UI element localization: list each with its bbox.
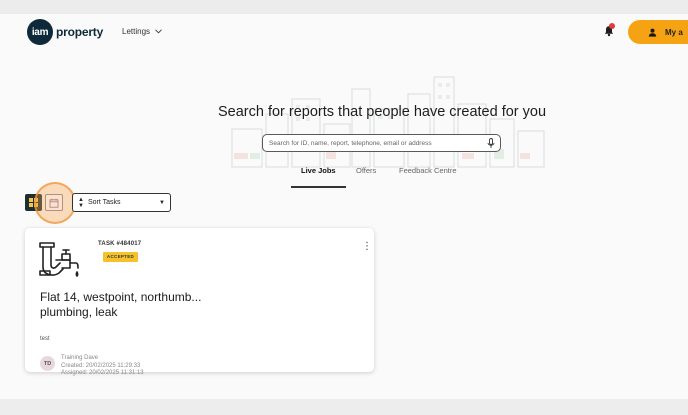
task-assigned: Assigned: 20/02/2025 11:31:13 <box>61 370 144 376</box>
task-address: Flat 14, westpoint, northumb... <box>40 290 202 304</box>
task-card[interactable]: TASK #484017 ACCEPTED ⋮ Flat 14, westpoi… <box>25 228 374 376</box>
task-meta: Training Dave Created: 20/02/2025 11:29:… <box>61 355 144 378</box>
microphone-icon[interactable] <box>487 138 495 149</box>
lettings-menu-label: Lettings <box>122 27 151 36</box>
calendar-view-button[interactable] <box>45 194 63 211</box>
tab-feedback-centre[interactable]: Feedback Centre <box>399 166 457 175</box>
task-description: test <box>40 336 50 342</box>
sort-tasks-label: Sort Tasks <box>87 199 121 206</box>
notification-badge <box>609 23 615 29</box>
logo-text: property <box>56 25 104 39</box>
chevron-down-icon <box>155 29 162 34</box>
sort-icon: ▲ ▼ <box>78 196 84 209</box>
lettings-menu[interactable]: Lettings <box>122 27 162 36</box>
calendar-icon <box>49 198 59 208</box>
job-tabs: Live Jobs Offers Feedback Centre <box>0 166 688 188</box>
my-account-button[interactable]: My a <box>628 20 688 44</box>
logo-mark: iam <box>27 19 53 45</box>
page-title: Search for reports that people have crea… <box>217 104 547 120</box>
grid-icon <box>28 197 33 202</box>
search-field[interactable] <box>262 134 501 152</box>
search-input[interactable] <box>269 139 481 147</box>
user-icon <box>648 28 657 37</box>
browser-top-strip <box>0 0 688 14</box>
sort-tasks-dropdown[interactable]: ▲ ▼ Sort Tasks ▼ <box>72 193 171 212</box>
avatar: TD <box>40 356 55 371</box>
plumbing-icon <box>39 242 79 277</box>
task-created: Created: 20/02/2025 11:29:33 <box>61 362 141 369</box>
my-account-label: My a <box>665 27 683 37</box>
logo[interactable]: iam property <box>27 18 103 46</box>
caret-down-icon: ▼ <box>159 199 165 206</box>
tab-live-jobs[interactable]: Live Jobs <box>301 166 336 175</box>
active-tab-underline <box>291 186 346 188</box>
more-options-icon[interactable]: ⋮ <box>362 240 372 254</box>
tab-offers[interactable]: Offers <box>356 166 376 175</box>
task-owner: Training Dave <box>61 355 99 361</box>
status-badge: ACCEPTED <box>103 252 138 262</box>
task-title: Flat 14, westpoint, northumb... plumbing… <box>40 290 201 320</box>
page-container: iam property Lettings My a Search for re… <box>0 14 688 399</box>
task-category: plumbing, leak <box>40 305 118 319</box>
task-id: TASK #484017 <box>98 241 142 247</box>
browser-bottom-strip <box>0 399 688 415</box>
